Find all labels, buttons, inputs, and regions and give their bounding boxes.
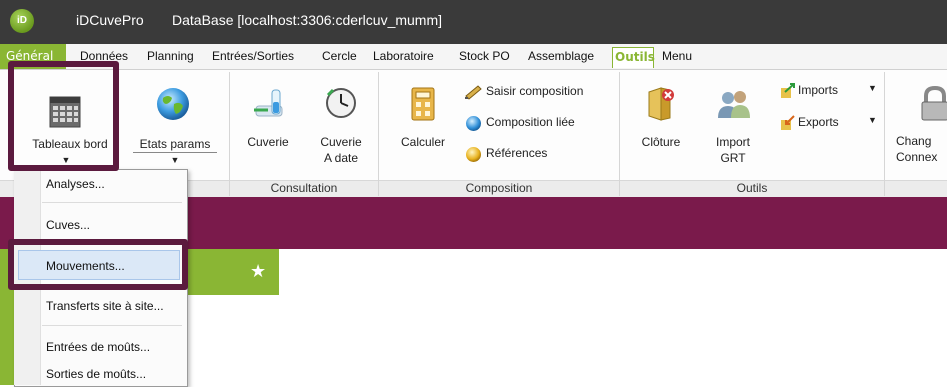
title-bar: iD iDCuvePro DataBase [localhost:3306:cd… <box>0 0 947 44</box>
cuverie-a-date-label-1: Cuverie <box>320 135 362 149</box>
tab-entrees-sorties[interactable]: Entrées/Sorties <box>212 49 294 63</box>
menu-item-cuves[interactable]: Cuves... <box>46 218 90 232</box>
menu-item-entrees-mouts[interactable]: Entrées de moûts... <box>46 340 150 354</box>
group-label-consultation: Consultation <box>270 181 338 195</box>
dropdown-arrow-icon: ▼ <box>868 115 877 125</box>
group-label-composition: Composition <box>465 181 533 195</box>
menu-separator <box>42 202 182 203</box>
tab-outils-label: Outils <box>615 50 655 64</box>
group-label-outils: Outils <box>736 181 768 195</box>
blue-orb-icon <box>466 116 481 131</box>
references-button[interactable]: Références <box>462 144 612 164</box>
test-tube-icon <box>254 89 283 117</box>
composition-liee-button[interactable]: Composition liée <box>462 113 612 133</box>
import-arrow-icon <box>781 83 795 98</box>
lock-icon <box>921 86 947 121</box>
annotation-highlight-mouvements <box>8 239 188 290</box>
tab-outils[interactable]: Outils <box>612 47 655 68</box>
menu-separator <box>42 325 182 326</box>
cuverie-a-date-button[interactable]: Cuverie A date <box>306 70 376 170</box>
ribbon-separator <box>619 72 620 196</box>
import-grt-button[interactable]: Import GRT <box>700 70 766 170</box>
import-grt-label-1: Import <box>715 135 750 149</box>
menu-item-transferts[interactable]: Transferts site à site... <box>46 299 164 313</box>
saisir-composition-label: Saisir composition <box>486 84 584 98</box>
composition-liee-label: Composition liée <box>486 115 575 129</box>
export-arrow-icon <box>781 115 795 130</box>
changer-connexion-label-2: Connex <box>896 150 938 164</box>
closed-folder-icon <box>648 87 674 121</box>
menu-item-analyses[interactable]: Analyses... <box>46 177 105 191</box>
exports-label: Exports <box>798 115 839 129</box>
cloture-button[interactable]: Clôture <box>630 70 692 170</box>
menu-item-sorties-mouts[interactable]: Sorties de moûts... <box>46 367 146 381</box>
etats-params-label: Etats params <box>139 137 211 151</box>
ribbon-separator <box>378 72 379 196</box>
dropdown-arrow-icon: ▼ <box>868 83 877 93</box>
tab-assemblage[interactable]: Assemblage <box>528 49 594 63</box>
dropdown-arrow-icon: ▼ <box>170 155 180 165</box>
etats-params-button[interactable]: Etats params ▼ <box>125 70 225 170</box>
cuverie-a-date-label-2: A date <box>323 151 359 165</box>
saisir-composition-button[interactable]: Saisir composition <box>462 82 612 102</box>
imports-label: Imports <box>798 83 839 97</box>
import-grt-label-2: GRT <box>720 151 746 165</box>
users-icon <box>718 91 750 118</box>
changer-connexion-button[interactable]: Chang Connex <box>892 70 947 170</box>
tab-laboratoire[interactable]: Laboratoire <box>373 49 434 63</box>
calculer-button[interactable]: Calculer <box>392 70 454 170</box>
annotation-highlight-tableaux-bord <box>8 61 119 171</box>
tab-menu[interactable]: Menu <box>662 49 692 63</box>
tab-stock-po[interactable]: Stock PO <box>459 49 510 63</box>
cuverie-label: Cuverie <box>247 135 289 149</box>
ribbon-separator <box>884 72 885 196</box>
changer-connexion-label-1: Chang <box>896 134 932 148</box>
tab-planning[interactable]: Planning <box>147 49 194 63</box>
cloture-label: Clôture <box>641 135 681 149</box>
ribbon-tab-bar: Général Données Planning Entrées/Sorties… <box>0 44 947 70</box>
app-name: iDCuvePro <box>76 12 144 28</box>
exports-button[interactable]: Exports ▼ <box>778 114 878 134</box>
cuverie-button[interactable]: Cuverie <box>236 70 300 170</box>
references-label: Références <box>486 146 548 160</box>
app-logo-icon: iD <box>10 9 34 33</box>
calculator-icon <box>411 87 435 121</box>
star-icon[interactable]: ★ <box>250 263 266 281</box>
globe-icon <box>157 88 189 120</box>
tab-cercle[interactable]: Cercle <box>322 49 357 63</box>
database-title: DataBase [localhost:3306:cderlcuv_mumm] <box>172 12 443 28</box>
yellow-orb-icon <box>466 147 481 162</box>
ribbon-separator <box>229 72 230 196</box>
imports-button[interactable]: Imports ▼ <box>778 82 878 102</box>
calculer-label: Calculer <box>400 135 445 149</box>
clock-icon <box>326 88 356 118</box>
pencil-check-icon <box>465 85 482 100</box>
